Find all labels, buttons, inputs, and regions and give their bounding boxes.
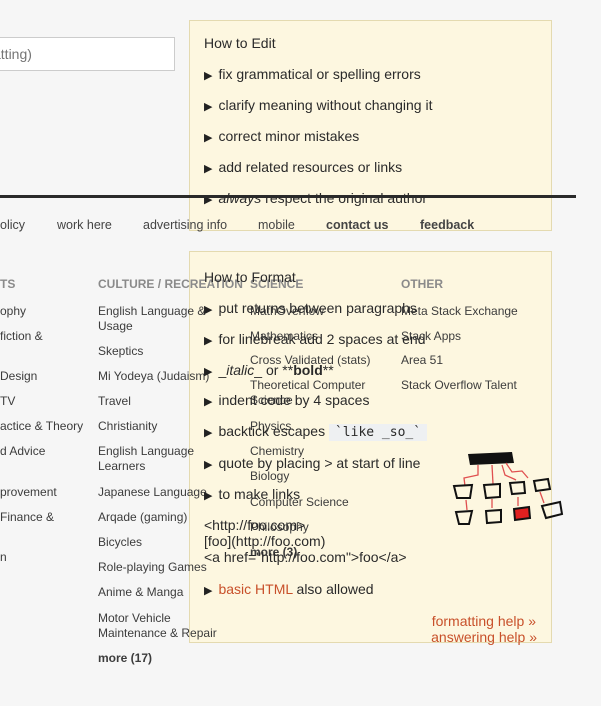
triangle-icon: ▶ (204, 366, 213, 378)
footer-link-work-here[interactable]: work here (57, 218, 112, 232)
search-input-box[interactable] (0, 37, 176, 71)
triangle-icon: ▶ (204, 335, 213, 347)
triangle-icon: ▶ (204, 163, 213, 175)
site-link[interactable]: Maintenance & Repair (98, 626, 217, 641)
format-item-text: for linebreak add 2 spaces at end (218, 331, 426, 347)
site-link[interactable]: Finance & (0, 510, 54, 525)
site-link[interactable]: Skeptics (98, 344, 143, 359)
format-item-text: to make links (218, 486, 301, 502)
site-link[interactable]: Usage (98, 319, 133, 334)
site-link[interactable]: n (0, 550, 7, 565)
format-help-title: How to Format (204, 269, 296, 285)
basic-html-link[interactable]: basic HTML (218, 581, 292, 597)
link-example: [foo](http://foo.com) (204, 533, 326, 549)
site-link[interactable]: Bicycles (98, 535, 142, 550)
format-item: ▶ to make links (204, 486, 300, 504)
site-link[interactable]: Stack Overflow Talent (401, 378, 517, 393)
site-link[interactable]: English Language & (98, 304, 205, 319)
format-item-text: quote by placing > at start of line (218, 455, 421, 471)
site-link[interactable]: TV (0, 394, 15, 409)
site-link[interactable]: Motor Vehicle (98, 611, 171, 626)
site-link[interactable]: actice & Theory (0, 419, 83, 434)
edit-item: ▶ fix grammatical or spelling errors (204, 66, 421, 84)
footer-link-advertising[interactable]: advertising info (143, 218, 227, 232)
search-input[interactable] (0, 38, 176, 70)
more-culture-link[interactable]: more (17) (98, 651, 152, 666)
italic-post: _ or ** (254, 362, 294, 378)
format-item: ▶ backtick escapes `like _so_` (204, 423, 428, 441)
format-item: ▶ quote by placing > at start of line (204, 455, 420, 473)
site-link[interactable]: Area 51 (401, 353, 443, 368)
format-item-text: also allowed (292, 581, 374, 597)
link-example: <a href="http://foo.com">foo</a> (204, 549, 407, 565)
bold-sample: bold (293, 362, 323, 378)
site-link[interactable]: ophy (0, 304, 26, 319)
format-item: ▶ put returns between paragraphs (204, 300, 417, 318)
triangle-icon: ▶ (204, 427, 213, 439)
site-link[interactable]: Meta Stack Exchange (401, 304, 518, 319)
sketch-top-node (468, 452, 514, 465)
site-link[interactable]: Design (0, 369, 37, 384)
sketch-child-nodes (452, 477, 564, 525)
site-link[interactable]: Learners (98, 459, 145, 474)
site-link[interactable]: Theoretical Computer (250, 378, 365, 393)
edit-item: ▶ clarify meaning without changing it (204, 97, 432, 115)
triangle-icon: ▶ (204, 101, 213, 113)
column-header: TS (0, 277, 16, 291)
link-example: <http://foo.com> (204, 517, 306, 533)
answering-help-link[interactable]: answering help » (431, 629, 537, 645)
triangle-icon: ▶ (204, 585, 213, 597)
triangle-icon: ▶ (204, 70, 213, 82)
format-item: ▶ _italic_ or **bold** (204, 362, 334, 380)
site-link[interactable]: Travel (98, 394, 131, 409)
edit-item-emphasis: always (218, 190, 262, 206)
triangle-icon: ▶ (204, 304, 213, 316)
edit-help-title: How to Edit (204, 35, 276, 51)
triangle-icon: ▶ (204, 396, 213, 408)
format-item-text: indent code by 4 spaces (218, 392, 370, 408)
footer-link-feedback[interactable]: feedback (420, 218, 474, 232)
code-sample: `like _so_` (328, 424, 428, 441)
edit-item: ▶ add related resources or links (204, 159, 402, 177)
edit-item-text: clarify meaning without changing it (218, 97, 433, 113)
edit-item: ▶ correct minor mistakes (204, 128, 359, 146)
triangle-icon: ▶ (204, 490, 213, 502)
column-header-other: OTHER (401, 277, 443, 291)
footer-link-policy[interactable]: olicy (0, 218, 25, 232)
site-link[interactable]: d Advice (0, 444, 45, 459)
sketch-hierarchy-illustration (452, 452, 564, 525)
site-link[interactable]: provement (0, 485, 57, 500)
formatting-help-link[interactable]: formatting help » (432, 613, 536, 629)
sketch-connectors (463, 462, 545, 511)
footer-link-mobile[interactable]: mobile (258, 218, 295, 232)
format-item-text: backtick escapes (218, 423, 329, 439)
footer-link-contact[interactable]: contact us (326, 218, 389, 232)
italic-sample: italic (226, 362, 255, 378)
site-link[interactable]: Anime & Manga (98, 585, 183, 600)
edit-item-text: fix grammatical or spelling errors (218, 66, 421, 82)
strikethrough-line (0, 195, 576, 198)
site-link[interactable]: fiction & (0, 329, 43, 344)
edit-item-text: add related resources or links (218, 159, 403, 175)
site-link[interactable]: Arqade (gaming) (98, 510, 187, 525)
edit-item: ▶ always respect the original author (204, 190, 427, 208)
site-link[interactable]: English Language (98, 444, 194, 459)
site-link[interactable]: Japanese Language (98, 485, 207, 500)
site-link[interactable]: Christianity (98, 419, 157, 434)
triangle-icon: ▶ (204, 459, 213, 471)
format-item: ▶ indent code by 4 spaces (204, 392, 369, 410)
bold-post: ** (322, 362, 334, 378)
format-item: ▶ for linebreak add 2 spaces at end (204, 331, 426, 349)
format-item: ▶ basic HTML also allowed (204, 581, 374, 599)
edit-item-text: respect the original author (261, 190, 428, 206)
triangle-icon: ▶ (204, 132, 213, 144)
edit-item-text: correct minor mistakes (218, 128, 360, 144)
format-item-text: put returns between paragraphs (218, 300, 417, 316)
site-link[interactable]: Role-playing Games (98, 560, 207, 575)
site-link[interactable]: Mi Yodeya (Judaism) (98, 369, 209, 384)
